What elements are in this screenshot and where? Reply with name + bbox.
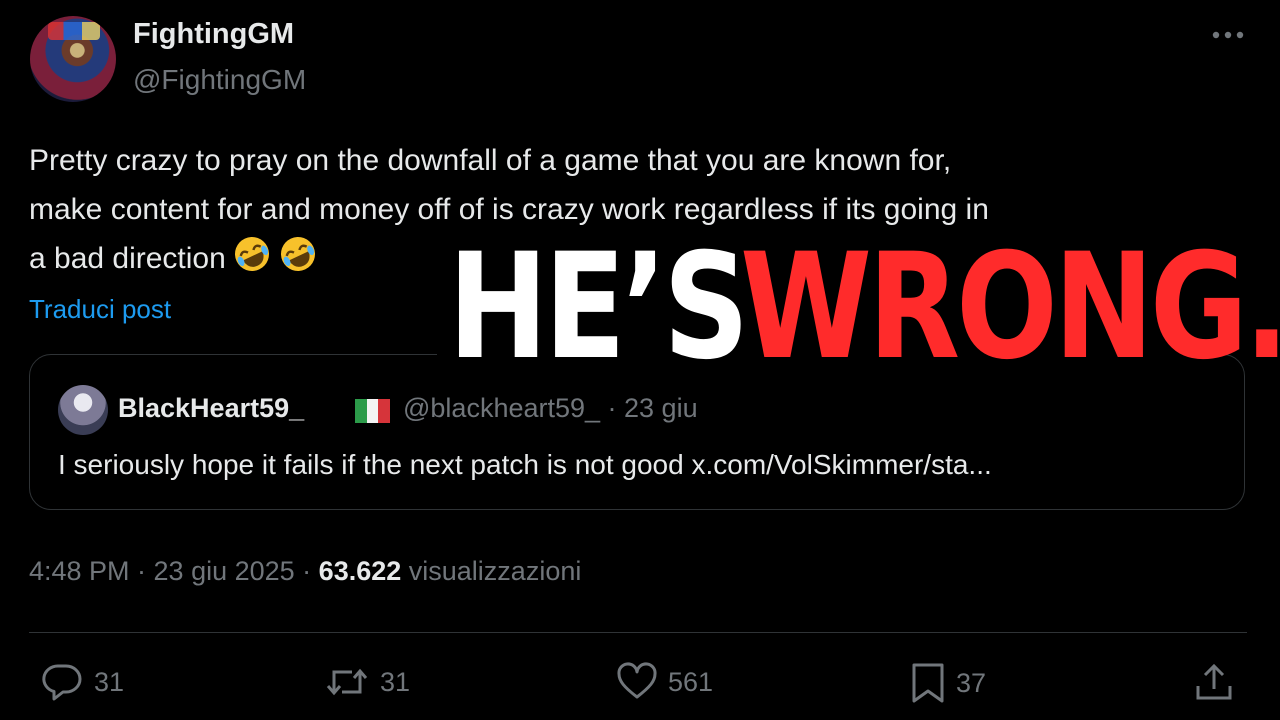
author-handle[interactable]: @FightingGM: [133, 64, 306, 96]
post-timestamp[interactable]: 4:48 PM · 23 giu 2025 ·: [29, 556, 319, 586]
overlay-text-white: HE’S: [448, 222, 749, 392]
bookmark-button[interactable]: 37: [910, 662, 986, 704]
quoted-post-text: I seriously hope it fails if the next pa…: [58, 449, 992, 480]
post-text-line: Pretty crazy to pray on the downfall of …: [29, 144, 952, 177]
repost-icon: [326, 668, 368, 696]
repost-button[interactable]: 31: [324, 662, 410, 702]
divider: [29, 632, 1247, 633]
views-label: visualizzazioni: [408, 556, 582, 586]
like-count: 561: [668, 666, 714, 697]
reply-count: 31: [94, 666, 125, 697]
more-options-button[interactable]: [1208, 18, 1248, 52]
overlay-text-red: WRONG.: [740, 222, 1280, 392]
quoted-author-handle-date: @blackheart59_ · 23 giu: [403, 393, 698, 423]
author-avatar[interactable]: [30, 16, 116, 102]
more-icon: [1212, 31, 1244, 39]
translate-post-link[interactable]: Traduci post: [29, 294, 171, 325]
quoted-author-name[interactable]: BlackHeart59_: [118, 393, 304, 424]
views-count: 63.622: [318, 556, 402, 586]
bookmark-count: 37: [956, 667, 987, 698]
post-meta: 4:48 PM · 23 giu 2025 · 63.622 visualizz…: [29, 556, 581, 587]
share-icon: [1196, 663, 1232, 700]
italy-flag-icon: [355, 399, 391, 423]
like-button[interactable]: 561: [616, 662, 713, 702]
author-name[interactable]: FightingGM: [133, 18, 294, 51]
rolling-laughing-emoji-icon: [232, 234, 272, 289]
heart-icon: [617, 662, 657, 699]
share-button[interactable]: [1194, 662, 1234, 702]
repost-count: 31: [380, 666, 411, 697]
rolling-laughing-emoji-icon: [278, 234, 318, 289]
bookmark-icon: [912, 663, 944, 703]
reply-icon: [42, 664, 82, 701]
quoted-author-avatar[interactable]: [58, 385, 108, 435]
reply-button[interactable]: 31: [40, 662, 124, 702]
